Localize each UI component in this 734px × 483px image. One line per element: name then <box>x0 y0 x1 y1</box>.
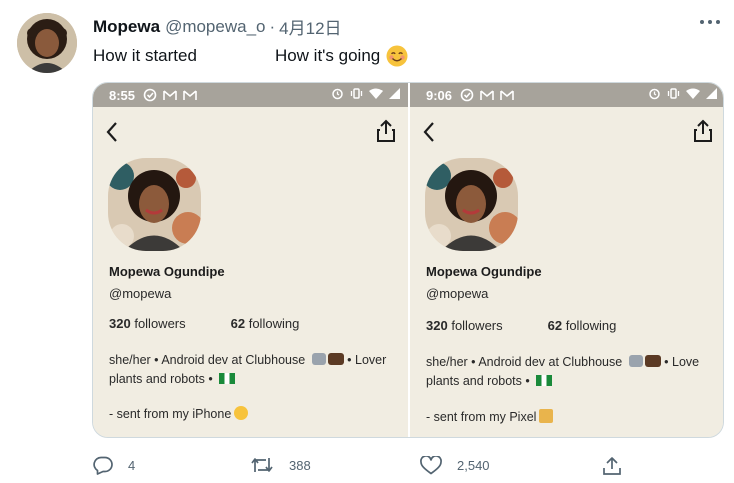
alarm-icon <box>332 88 343 100</box>
status-bar: 9:06 <box>410 83 723 107</box>
mail-icon <box>183 90 197 100</box>
share-icon[interactable] <box>376 119 396 143</box>
profile-username: @mopewa <box>426 286 489 301</box>
woman-technologist-icon <box>644 355 661 367</box>
check-circle-icon <box>460 88 474 102</box>
screenshot-right[interactable]: 9:06 Mopewa Ogundipe @mopewa 320 followe… <box>410 83 723 437</box>
heart-icon <box>420 456 442 475</box>
more-options-icon[interactable] <box>700 12 720 32</box>
party-popper-icon <box>539 409 554 423</box>
author-avatar[interactable] <box>17 13 77 73</box>
signal-icon <box>389 88 400 99</box>
profile-photo <box>108 158 201 251</box>
vibrate-icon <box>667 88 680 99</box>
back-arrow-icon[interactable] <box>105 121 119 143</box>
woman-technologist-icon <box>327 353 344 365</box>
back-arrow-icon[interactable] <box>422 121 436 143</box>
sent-from: - sent from my iPhone <box>109 406 249 421</box>
tweet-date[interactable]: 4月12日 <box>279 14 341 39</box>
nigeria-flag-icon <box>536 375 553 386</box>
mail-icon <box>163 90 177 100</box>
tweet-text-part2: How it's going <box>274 46 381 65</box>
following-stat[interactable]: 62 following <box>231 316 300 331</box>
author-name[interactable]: Mopewa <box>93 17 160 37</box>
robot-icon <box>628 355 643 367</box>
robot-icon <box>311 353 326 365</box>
like-button[interactable]: 2,540 <box>420 456 490 475</box>
wifi-icon <box>369 88 383 99</box>
reply-icon <box>93 456 113 475</box>
profile-bio: she/her • Android dev at Clubhouse • Lov… <box>109 353 387 386</box>
share-icon[interactable] <box>693 119 713 143</box>
sent-from: - sent from my Pixel <box>426 409 554 424</box>
profile-username: @mopewa <box>109 286 172 301</box>
tweet-actions: 4 388 2,540 <box>0 456 734 478</box>
tweet-media[interactable]: 8:55 Mopewa Ogundipe @mopewa 320 followe… <box>92 82 724 438</box>
profile-name: Mopewa Ogundipe <box>109 264 225 279</box>
like-count: 2,540 <box>457 458 490 473</box>
profile-name: Mopewa Ogundipe <box>426 264 542 279</box>
status-time: 9:06 <box>426 87 453 103</box>
profile-photo <box>425 158 518 251</box>
mail-icon <box>500 90 514 100</box>
followers-stat[interactable]: 320 followers <box>426 318 503 333</box>
status-time: 8:55 <box>109 87 136 103</box>
screenshot-left[interactable]: 8:55 Mopewa Ogundipe @mopewa 320 followe… <box>93 83 408 437</box>
retweet-count: 388 <box>289 457 311 473</box>
tweet-text: How it started How it's going <box>93 45 408 67</box>
author-handle[interactable]: @mopewa_o <box>165 17 265 37</box>
alarm-icon <box>649 88 660 100</box>
profile-stats: 320 followers 62 following <box>426 318 616 333</box>
reply-count: 4 <box>128 458 136 473</box>
reply-button[interactable]: 4 <box>93 456 135 475</box>
profile-stats: 320 followers 62 following <box>109 316 299 331</box>
smiling-face-icon <box>386 45 408 67</box>
nigeria-flag-icon <box>219 373 236 384</box>
retweet-icon <box>251 458 273 472</box>
separator: · <box>269 16 276 36</box>
vibrate-icon <box>350 88 363 99</box>
status-bar: 8:55 <box>93 83 408 107</box>
check-circle-icon <box>143 88 157 102</box>
signal-icon <box>706 88 717 99</box>
retweet-button[interactable]: 388 <box>250 456 311 474</box>
mail-icon <box>480 90 494 100</box>
share-tweet-button[interactable] <box>602 456 637 476</box>
tweet-header: Mopewa @mopewa_o · 4月12日 <box>93 14 342 39</box>
upside-down-face-icon <box>234 406 249 420</box>
tweet-text-part1: How it started <box>93 46 197 65</box>
profile-bio: she/her • Android dev at Clubhouse • Lov… <box>426 355 700 388</box>
share-icon <box>603 457 621 475</box>
wifi-icon <box>686 88 700 99</box>
following-stat[interactable]: 62 following <box>548 318 617 333</box>
followers-stat[interactable]: 320 followers <box>109 316 186 331</box>
